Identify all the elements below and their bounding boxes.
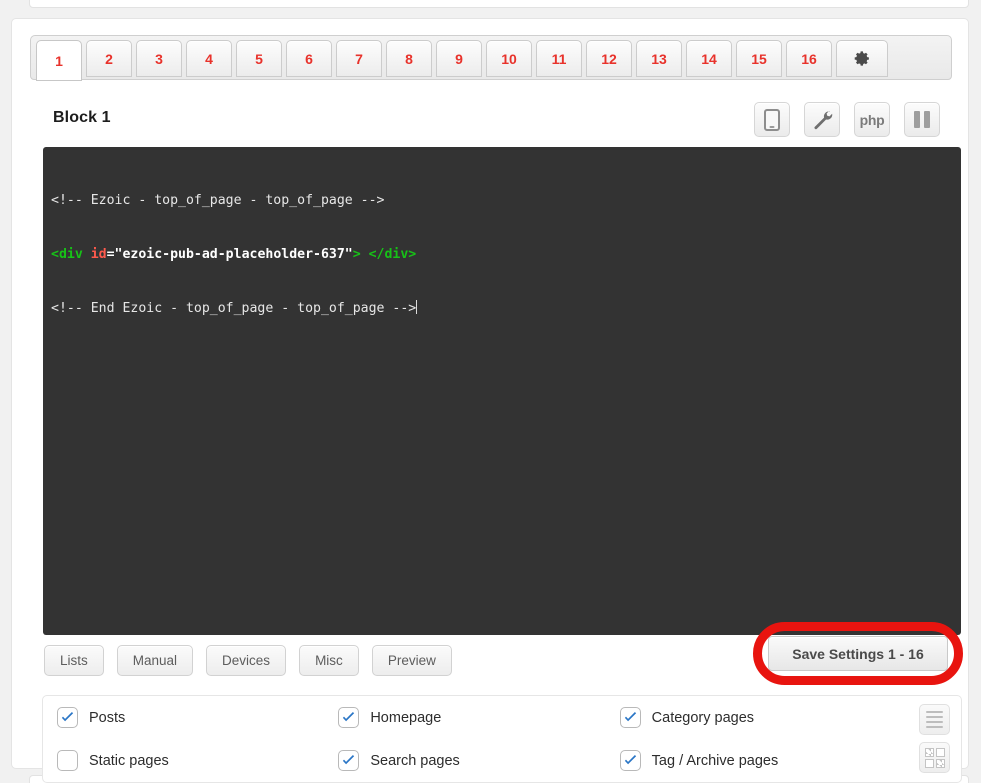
devices-button[interactable]: Devices [206,645,287,676]
settings-wrench-button[interactable] [804,102,840,137]
check-icon [624,711,636,722]
php-button[interactable]: php [854,102,890,137]
tab-block-16[interactable]: 16 [786,40,832,77]
checkbox-box [619,750,641,771]
checkbox-box [57,750,78,771]
checkbox-tag-archive-pages[interactable]: Tag / Archive pages [619,750,901,771]
gear-icon [854,51,869,66]
screen-root: 1 2 3 4 5 6 7 8 9 10 11 12 13 14 15 16 B… [0,0,981,783]
save-settings-button[interactable]: Save Settings 1 - 16 [768,636,948,671]
tab-label: 14 [701,50,717,67]
tab-label: 15 [751,50,767,67]
list-view-icon [926,710,943,729]
checkbox-category-pages[interactable]: Category pages [619,707,901,728]
php-icon: php [859,111,885,128]
checkbox-label: Search pages [370,752,460,769]
code-comment: <!-- Ezoic - top_of_page - top_of_page -… [51,193,385,208]
tab-label: 3 [155,50,163,67]
tab-block-12[interactable]: 12 [586,40,632,77]
tab-block-14[interactable]: 14 [686,40,732,77]
checkbox-search-pages[interactable]: Search pages [338,750,619,771]
checkbox-box [57,707,78,728]
checkbox-box [338,750,360,771]
grid-view-button[interactable] [919,742,950,773]
device-icon [764,108,780,131]
manual-button[interactable]: Manual [116,645,194,676]
tab-label: 13 [651,50,667,67]
editor-button-row: Lists Manual Devices Misc Preview [44,645,452,676]
tab-block-6[interactable]: 6 [286,40,332,77]
code-comment: <!-- End Ezoic - top_of_page - top_of_pa… [51,301,417,316]
tab-block-1[interactable]: 1 [36,40,82,81]
code-line: <div id="ezoic-pub-ad-placeholder-637"> … [51,246,951,264]
tab-label: 5 [255,50,263,67]
tab-label: 8 [405,50,413,67]
tab-block-7[interactable]: 7 [336,40,382,77]
display-targets-panel: Posts Homepage Category pages Static pag… [42,695,962,783]
tab-label: 7 [355,50,363,67]
tab-block-3[interactable]: 3 [136,40,182,77]
tab-block-13[interactable]: 13 [636,40,682,77]
code-attr-value: ="ezoic-pub-ad-placeholder-637" [106,247,353,262]
tab-label: 1 [55,52,63,69]
check-icon [343,711,355,722]
pause-icon [914,111,930,128]
code-tag-close: > </div> [352,247,417,262]
checkbox-label: Posts [89,709,126,726]
block-tabs: 1 2 3 4 5 6 7 8 9 10 11 12 13 14 15 16 [30,35,952,81]
tab-block-11[interactable]: 11 [536,40,582,77]
checkbox-box [338,707,360,728]
code-line: <!-- Ezoic - top_of_page - top_of_page -… [51,192,951,210]
checkbox-label: Static pages [89,752,169,769]
lists-button[interactable]: Lists [44,645,104,676]
tab-block-15[interactable]: 15 [736,40,782,77]
display-targets-grid: Posts Homepage Category pages Static pag… [43,696,901,782]
checkbox-label: Homepage [370,709,442,726]
block-toolbar: php [754,102,940,137]
tab-block-10[interactable]: 10 [486,40,532,77]
code-attr-name: id [90,247,107,262]
checkbox-posts[interactable]: Posts [57,707,338,728]
block-settings-panel: 1 2 3 4 5 6 7 8 9 10 11 12 13 14 15 16 B… [11,18,969,783]
code-tag-open: <div [51,247,91,262]
tab-label: 12 [601,50,617,67]
text-caret [416,300,418,314]
checkbox-static-pages[interactable]: Static pages [57,750,338,771]
tab-block-8[interactable]: 8 [386,40,432,77]
save-settings-area: Save Settings 1 - 16 [753,622,963,685]
check-icon [624,754,636,765]
preview-button[interactable]: Preview [371,645,452,676]
pause-button[interactable] [904,102,940,137]
panel-above-stub [29,0,969,8]
tab-block-5[interactable]: 5 [236,40,282,77]
tab-label: 10 [501,50,517,67]
checkbox-box [619,707,641,728]
code-line: <!-- End Ezoic - top_of_page - top_of_pa… [51,300,951,318]
check-icon [61,711,74,722]
view-toggle-group [919,704,950,773]
tab-label: 6 [305,50,313,67]
code-editor[interactable]: <!-- Ezoic - top_of_page - top_of_page -… [43,147,961,635]
check-icon [343,754,355,765]
tab-label: 2 [105,50,113,67]
grid-view-icon [924,747,945,768]
checkbox-label: Category pages [651,709,755,726]
tab-settings[interactable] [836,40,888,77]
misc-button[interactable]: Misc [299,645,359,676]
tab-block-4[interactable]: 4 [186,40,232,77]
tab-label: 4 [205,50,213,67]
tab-label: 11 [551,50,567,67]
tab-label: 16 [801,50,817,67]
device-button[interactable] [754,102,790,137]
block-title: Block 1 [53,109,111,126]
list-view-button[interactable] [919,704,950,735]
checkbox-label: Tag / Archive pages [651,752,779,769]
tab-label: 9 [455,50,463,67]
tab-block-2[interactable]: 2 [86,40,132,77]
tab-block-9[interactable]: 9 [436,40,482,77]
checkbox-homepage[interactable]: Homepage [338,707,619,728]
wrench-icon [813,110,832,130]
